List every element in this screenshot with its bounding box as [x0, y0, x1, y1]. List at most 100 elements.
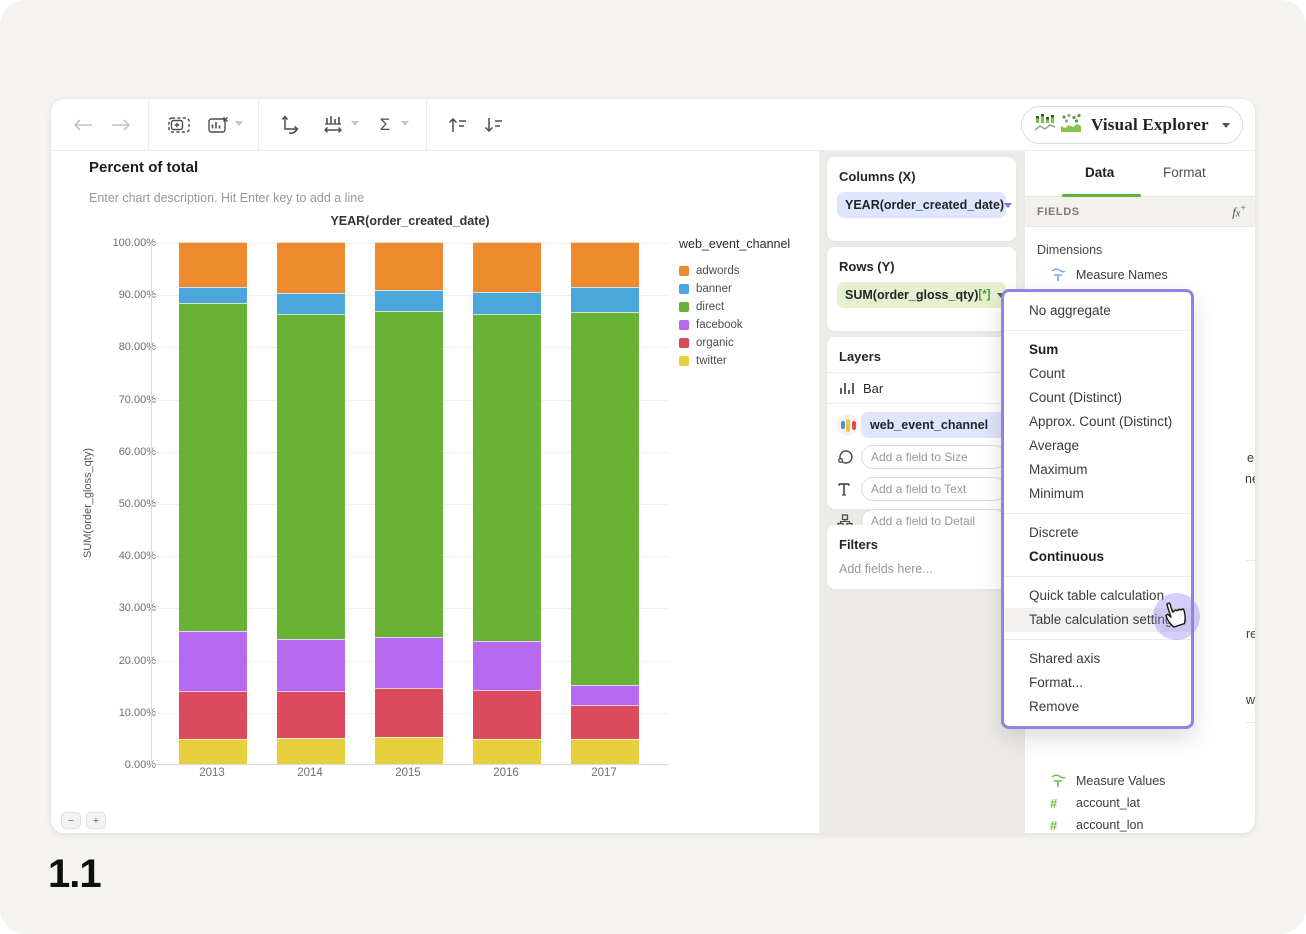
legend-item-facebook: facebook	[679, 316, 809, 334]
menu-item-format_[interactable]: Format...	[1004, 671, 1191, 695]
y-tick-label: 20.00%	[118, 654, 156, 667]
bar-segment-organic	[375, 688, 443, 737]
bar-segment-direct	[571, 312, 639, 685]
obscured-field-fragment: w_na...	[1246, 693, 1256, 707]
menu-item-remove[interactable]: Remove	[1004, 695, 1191, 719]
menu-item-sum[interactable]: Sum	[1004, 338, 1191, 362]
toolbar-divider	[426, 100, 427, 150]
toolbar-divider	[148, 100, 149, 150]
field-account_lon[interactable]: # account_lon	[1025, 814, 1255, 833]
plot-area	[151, 242, 670, 765]
bar-segment-facebook	[473, 641, 541, 690]
layer-type-row[interactable]: Bar	[827, 373, 1016, 403]
y-tick-label: 50.00%	[118, 498, 156, 510]
sort-descending-icon[interactable]	[481, 113, 505, 137]
field-measure_values[interactable]: Measure Values	[1025, 770, 1255, 792]
menu-item-shared_axis[interactable]: Shared axis	[1004, 647, 1191, 671]
sort-ascending-icon[interactable]	[445, 113, 469, 137]
bar-segment-facebook	[571, 684, 639, 706]
x-axis-title: YEAR(order_created_date)	[330, 214, 490, 228]
color-encoding-icon	[837, 414, 861, 436]
app-background: Σ Visual Explorer Percent of total Enter…	[0, 0, 1306, 934]
rows-field-pill[interactable]: SUM(order_gloss_qty) [*]	[837, 282, 1006, 308]
text-field-input[interactable]: Add a field to Text	[861, 477, 1006, 501]
bar-segment-direct	[277, 314, 345, 640]
legend-item-twitter: twitter	[679, 352, 809, 370]
menu-item-minimum[interactable]: Minimum	[1004, 482, 1191, 506]
legend-swatch	[679, 302, 689, 312]
chart-description-input[interactable]: Enter chart description. Hit Enter key t…	[89, 191, 364, 205]
aggregate-sigma-icon[interactable]: Σ	[373, 113, 397, 137]
y-axis-ticks: 0.00% 10.00% 20.00% 30.00% 40.00% 50.00% 60.00…	[86, 237, 156, 771]
remove-chart-icon[interactable]	[207, 113, 231, 137]
menu-item-discrete[interactable]: Discrete	[1004, 521, 1191, 545]
obscured-field-fragment: red...	[1246, 627, 1255, 641]
zoom-out-button[interactable]: −	[61, 812, 81, 829]
add-chart-icon[interactable]	[167, 113, 191, 137]
measure-values-icon	[1050, 774, 1076, 788]
bar-segment-adwords	[571, 242, 639, 287]
mini-bar-chart-icon	[1034, 113, 1056, 138]
bar-segment-direct	[473, 313, 541, 642]
field-measure_names[interactable]: Measure Names	[1025, 264, 1255, 286]
y-tick-label: 10.00%	[118, 706, 156, 719]
divider	[1246, 560, 1255, 561]
redo-forward-icon[interactable]	[109, 113, 133, 137]
menu-item-maximum[interactable]: Maximum	[1004, 458, 1191, 482]
y-tick-label: 60.00%	[118, 445, 156, 458]
aggregate-dropdown-icon[interactable]	[401, 121, 409, 126]
color-field-label: web_event_channel	[870, 418, 989, 432]
menu-item-continuous[interactable]: Continuous	[1004, 545, 1191, 569]
add-calculation-icon[interactable]: fx+	[1232, 203, 1246, 220]
obscured-field-fragment: e	[1247, 451, 1254, 465]
visual-explorer-button[interactable]: Visual Explorer	[1021, 106, 1243, 144]
bar-segment-facebook	[277, 639, 345, 692]
product-name: Visual Explorer	[1091, 115, 1209, 134]
bar-segment-organic	[571, 705, 639, 739]
menu-item-approx_count_distinct_[interactable]: Approx. Count (Distinct)	[1004, 410, 1191, 434]
legend-title: web_event_channel	[679, 237, 791, 251]
menu-item-average[interactable]: Average	[1004, 434, 1191, 458]
x-tick-label: 2017	[591, 767, 617, 779]
tab-format[interactable]: Format	[1163, 165, 1206, 180]
bar-width-dropdown-icon[interactable]	[351, 121, 359, 126]
bar-segment-organic	[179, 690, 247, 739]
layers-shelf-label: Layers	[839, 349, 881, 364]
number-icon: #	[1050, 795, 1058, 811]
bar-segment-facebook	[375, 637, 443, 689]
filters-drop-zone[interactable]: Add fields here...	[827, 560, 1016, 590]
undo-back-icon[interactable]	[71, 113, 95, 137]
legend-label: direct	[696, 301, 725, 313]
menu-item-count[interactable]: Count	[1004, 362, 1191, 386]
bar-segment-banner	[375, 290, 443, 312]
remove-chart-dropdown-icon[interactable]	[235, 121, 243, 126]
y-tick-label: 70.00%	[118, 393, 156, 406]
legend-item-banner: banner	[679, 280, 809, 298]
tab-data[interactable]: Data	[1085, 165, 1114, 180]
menu-item-count_distinct_[interactable]: Count (Distinct)	[1004, 386, 1191, 410]
columns-shelf-label: Columns (X)	[839, 169, 916, 184]
size-encoding-icon	[837, 449, 861, 465]
y-tick-label: 0.00%	[124, 759, 156, 771]
columns-field-pill[interactable]: YEAR(order_created_date)	[837, 192, 1013, 218]
swap-axes-icon[interactable]	[277, 113, 301, 137]
measure-names-icon	[1050, 268, 1076, 282]
bar-segment-organic	[277, 691, 345, 738]
table-calc-badge: [*]	[978, 289, 991, 301]
chart-title[interactable]: Percent of total	[89, 159, 198, 176]
bar-segment-adwords	[473, 242, 541, 292]
divider	[827, 403, 1016, 404]
legend-swatch	[679, 320, 689, 330]
y-tick-label: 40.00%	[118, 550, 156, 563]
y-tick-label: 90.00%	[118, 289, 156, 302]
shelf-panel: Columns (X) YEAR(order_created_date) Row…	[819, 151, 1024, 833]
size-field-input[interactable]: Add a field to Size	[861, 445, 1006, 469]
color-field-pill[interactable]: web_event_channel	[861, 412, 1006, 438]
dimensions-label: Dimensions	[1037, 243, 1103, 257]
zoom-in-button[interactable]: +	[86, 812, 106, 829]
field-account_lat[interactable]: # account_lat	[1025, 792, 1255, 814]
chevron-down-icon[interactable]	[1004, 202, 1013, 208]
menu-item-no_aggregate[interactable]: No aggregate	[1004, 299, 1191, 323]
bar-segment-twitter	[571, 738, 639, 764]
bar-width-icon[interactable]	[322, 113, 346, 137]
